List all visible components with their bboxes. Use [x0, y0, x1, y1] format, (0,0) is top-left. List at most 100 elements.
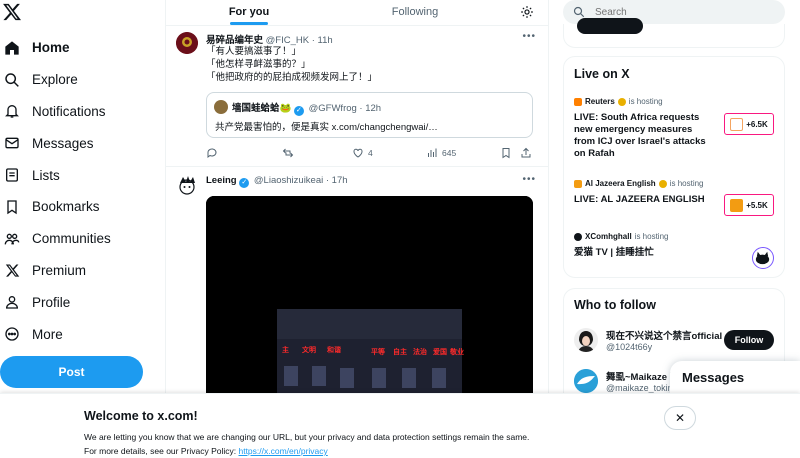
- home-icon: [3, 39, 21, 57]
- search-icon: [3, 71, 21, 89]
- post-button[interactable]: Post: [0, 356, 143, 388]
- x-logo-icon: [3, 261, 21, 279]
- tweet-header: 易碎品编年史 @FIC_HK · 11h: [206, 32, 333, 46]
- views-count: 645: [442, 148, 457, 158]
- nav-explore[interactable]: Explore: [0, 64, 165, 96]
- avatar[interactable]: [574, 369, 598, 393]
- video-frame: 主 文明 和谐 平等 自主 法治 爱国 敬业: [206, 196, 533, 416]
- bookmark-icon: [502, 148, 510, 159]
- gold-verified-icon: [617, 97, 626, 106]
- nav-profile[interactable]: Profile: [0, 286, 165, 318]
- tweet-author-name[interactable]: Leeing: [206, 175, 237, 186]
- nav-label: Communities: [32, 231, 111, 247]
- sign-text: 爱国: [433, 347, 447, 356]
- quote-author-handle: @GFWfrog · 12h: [308, 103, 382, 114]
- retweet-button[interactable]: [282, 147, 352, 159]
- live-host-line[interactable]: Reuters is hosting: [574, 97, 663, 106]
- nav-notifications[interactable]: Notifications: [0, 96, 165, 128]
- tweet-actions: 4 645: [206, 146, 536, 160]
- sign-text: 法治: [413, 347, 427, 356]
- live-thumb-icon: [730, 117, 744, 131]
- views-chart-icon: [428, 148, 437, 157]
- follow-suggestion-handle[interactable]: @1024t66y: [606, 342, 728, 352]
- like-count: 4: [368, 148, 373, 158]
- live-title[interactable]: 爱猫 TV | 挂睡挂忙: [574, 247, 734, 259]
- banner-title: Welcome to x.com!: [84, 409, 198, 423]
- tweet-article[interactable]: 易碎品编年史 @FIC_HK · 11h ••• 「有人要搞滋事了！」 「他怎样…: [166, 26, 548, 166]
- nav-bookmarks[interactable]: Bookmarks: [0, 191, 165, 223]
- aljazeera-logo-icon: [574, 179, 582, 188]
- more-options-icon[interactable]: •••: [522, 174, 536, 185]
- like-button[interactable]: 4: [352, 147, 426, 159]
- settings-gear-icon[interactable]: [520, 5, 534, 19]
- quoted-tweet[interactable]: 墙国蛙蛤蛤🐸 ✓ @GFWfrog · 12h 共产党最害怕的，便是真实 x.c…: [206, 92, 533, 138]
- search-input[interactable]: [595, 6, 765, 18]
- gold-verified-icon: [658, 179, 667, 188]
- tab-label: For you: [228, 6, 270, 18]
- nav-label: More: [32, 326, 63, 342]
- nav-lists[interactable]: Lists: [0, 159, 165, 191]
- sign-text: 敬业: [449, 347, 464, 356]
- cat-icon: [755, 251, 770, 265]
- more-options-icon[interactable]: •••: [522, 31, 536, 42]
- bell-icon: [3, 102, 21, 120]
- live-listeners-badge[interactable]: +6.5K: [724, 113, 774, 135]
- nav-label: Notifications: [32, 103, 106, 119]
- envelope-icon: [3, 134, 21, 152]
- nav-label: Premium: [32, 262, 87, 278]
- sign-text: 自主: [393, 347, 407, 356]
- sign-text: 和谐: [326, 345, 341, 354]
- nav-home[interactable]: Home: [0, 32, 165, 64]
- nav-label: Explore: [32, 72, 78, 88]
- live-thumb-icon: [730, 198, 744, 212]
- verified-badge-icon: ✓: [293, 106, 304, 116]
- host-name: XComhghall: [585, 232, 632, 241]
- close-banner-button[interactable]: ✕: [664, 406, 696, 430]
- nav-more[interactable]: More: [0, 318, 165, 350]
- tab-label: Following: [391, 6, 439, 18]
- x-logo-icon[interactable]: [2, 2, 22, 22]
- nav-premium[interactable]: Premium: [0, 255, 165, 287]
- avatar[interactable]: [574, 328, 598, 352]
- nav-label: Home: [32, 40, 70, 56]
- live-host-avatar[interactable]: [752, 247, 774, 269]
- views-button[interactable]: 645: [426, 147, 500, 159]
- avatar[interactable]: [176, 32, 198, 54]
- follow-button[interactable]: Follow: [724, 330, 774, 350]
- live-title[interactable]: LIVE: AL JAZEERA ENGLISH: [574, 194, 714, 206]
- subscribe-card-bottom: [563, 18, 785, 48]
- nav-label: Messages: [32, 135, 94, 151]
- person-icon: [3, 293, 21, 311]
- search-icon: [573, 6, 585, 18]
- bookmark-button[interactable]: [500, 147, 520, 159]
- live-host-line[interactable]: Al Jazeera English is hosting: [574, 179, 704, 188]
- tweet-text: 「有人要搞滋事了！」 「他怎样寻衅滋事的？」 「他把政府的的屁拍成视频发网上了！…: [206, 45, 377, 84]
- timeline-tabs: For you Following: [166, 0, 548, 26]
- live-host-line[interactable]: XComhghall is hosting: [574, 232, 668, 241]
- tab-for-you[interactable]: For you: [166, 0, 332, 25]
- live-title[interactable]: LIVE: South Africa requests new emergenc…: [574, 112, 714, 160]
- quote-text: 共产党最害怕的，便是真实 x.com/changchengwai/…: [215, 122, 438, 133]
- privacy-policy-link[interactable]: https://x.com/en/privacy: [238, 446, 327, 456]
- reuters-logo-icon: [574, 97, 582, 106]
- tweet-author-handle[interactable]: @Liaoshizuikeai · 17h: [254, 175, 348, 186]
- subscribe-button[interactable]: [577, 18, 643, 34]
- follow-suggestion-name[interactable]: 现在不兴说这个禁言official: [606, 328, 728, 342]
- avatar[interactable]: [176, 175, 198, 197]
- heart-icon: [353, 148, 363, 158]
- quote-author-name: 墙国蛙蛤蛤🐸: [232, 103, 292, 114]
- nav-messages[interactable]: Messages: [0, 127, 165, 159]
- quote-avatar: [214, 100, 228, 114]
- hosting-text: is hosting: [628, 97, 663, 106]
- nav-communities[interactable]: Communities: [0, 223, 165, 255]
- live-on-x-card: Live on X Reuters is hosting LIVE: South…: [563, 56, 785, 278]
- hosting-text: is hosting: [634, 232, 669, 241]
- share-button[interactable]: [520, 147, 532, 159]
- live-count: +5.5K: [746, 200, 768, 210]
- tweet-video[interactable]: 主 文明 和谐 平等 自主 法治 爱国 敬业: [206, 196, 533, 416]
- tab-following[interactable]: Following: [332, 0, 498, 25]
- retweet-icon: [282, 148, 294, 158]
- tweet-header: Leeing ✓ @Liaoshizuikeai · 17h: [206, 175, 348, 188]
- live-listeners-badge[interactable]: +5.5K: [724, 194, 774, 216]
- reply-button[interactable]: [206, 147, 282, 159]
